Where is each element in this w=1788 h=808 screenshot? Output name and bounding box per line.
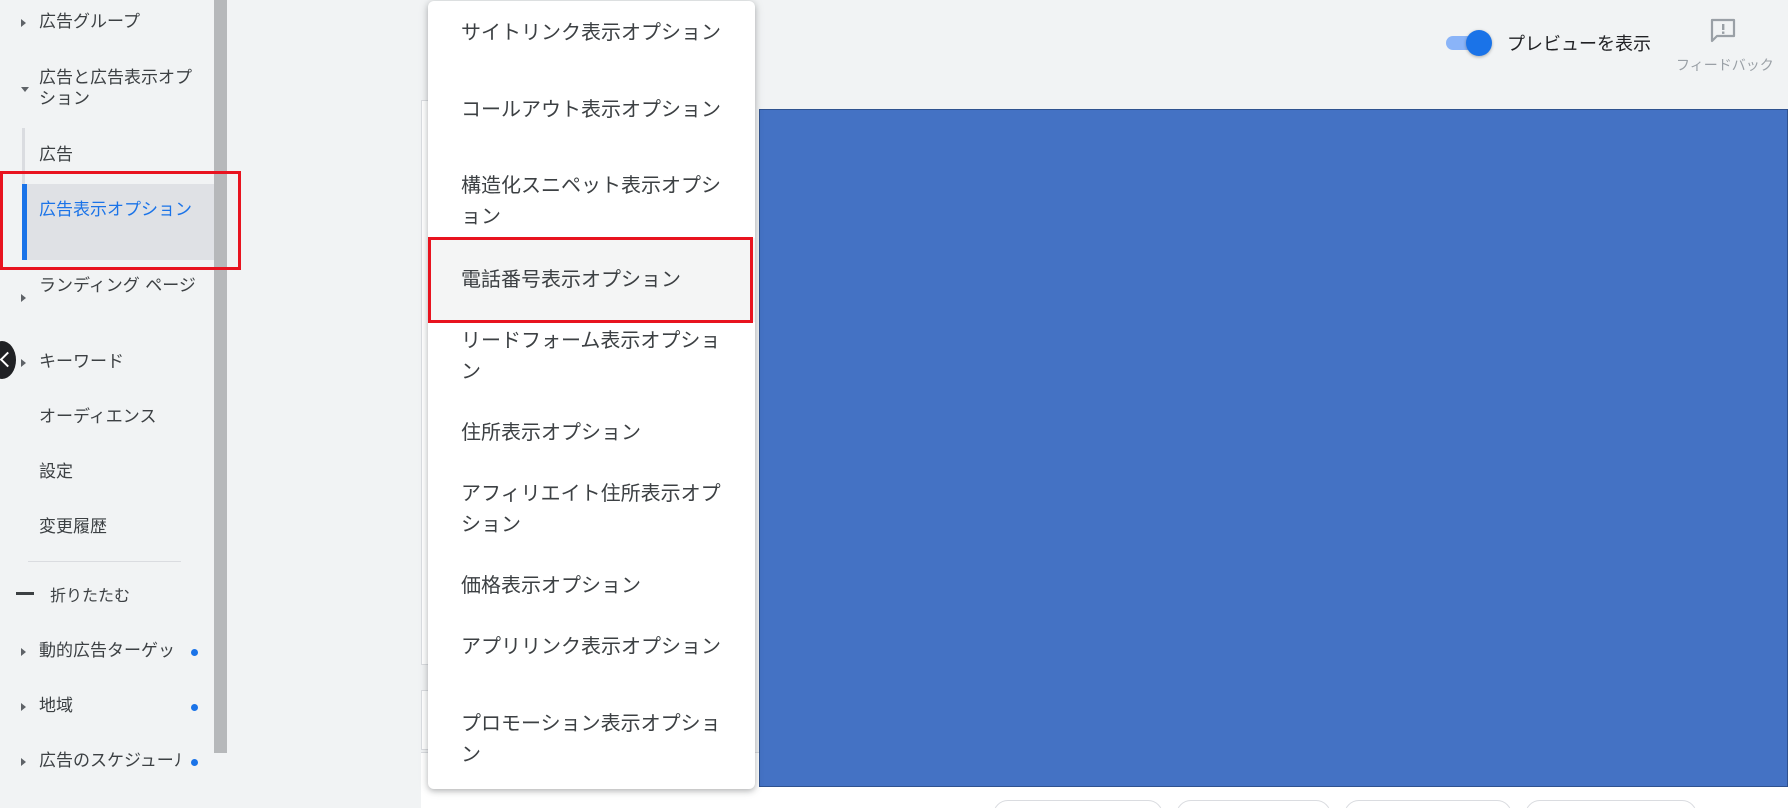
filter-chip[interactable] — [1525, 800, 1697, 808]
menu-item-label: プロモーション表示オプション — [461, 711, 721, 766]
sidebar-item-label: 設定 — [39, 462, 73, 482]
feedback-label: フィードバック — [1676, 58, 1774, 74]
menu-item-lead-form[interactable]: リードフォーム表示オプション — [428, 325, 755, 387]
status-dot — [191, 704, 198, 711]
menu-item-label: 住所表示オプション — [461, 420, 641, 444]
sidebar-item-keywords[interactable]: キーワード — [0, 352, 214, 378]
sidebar-item-dynamic-ad-targets[interactable]: 動的広告ターゲット — [0, 641, 214, 667]
status-dot — [191, 759, 198, 766]
sidebar-item-label: 広告 — [39, 145, 73, 165]
menu-item-affiliate-location[interactable]: アフィリエイト住所表示オプション — [428, 478, 755, 540]
feedback-icon[interactable] — [1708, 16, 1738, 46]
sidebar-item-ads[interactable]: 広告 — [0, 145, 214, 171]
toggle-knob — [1466, 30, 1492, 56]
menu-item-app-link[interactable]: アプリリンク表示オプション — [428, 631, 755, 662]
menu-item-label: 電話番号表示オプション — [461, 267, 681, 291]
sidebar-item-change-history[interactable]: 変更履歴 — [0, 517, 214, 543]
sidebar-scrollbar[interactable] — [214, 0, 227, 753]
chevron-right-icon — [21, 648, 26, 656]
chevron-right-icon — [21, 359, 26, 367]
filter-chip[interactable] — [1344, 800, 1512, 808]
menu-item-label: リードフォーム表示オプション — [461, 328, 721, 383]
chevron-right-icon — [21, 294, 26, 302]
sidebar-item-label: 広告表示オプション — [39, 200, 192, 220]
menu-item-label: アプリリンク表示オプション — [461, 634, 721, 658]
filter-chip[interactable] — [993, 800, 1163, 808]
sidebar-item-label: オーディエンス — [39, 407, 157, 427]
menu-item-label: 価格表示オプション — [461, 573, 641, 597]
status-dot — [191, 649, 198, 656]
chevron-down-icon — [21, 87, 29, 92]
sidebar-divider — [28, 561, 181, 562]
sidebar-item-label: キーワード — [39, 352, 124, 372]
menu-item-location[interactable]: 住所表示オプション — [428, 417, 755, 448]
sidebar-item-settings[interactable]: 設定 — [0, 462, 214, 488]
sidebar-item-ad-schedule[interactable]: 広告のスケジュール — [0, 751, 214, 777]
chevron-right-icon — [21, 703, 26, 711]
preview-toggle[interactable] — [1444, 28, 1496, 56]
sidebar-item-label: 変更履歴 — [39, 517, 107, 537]
menu-item-label: 構造化スニペット表示オプション — [461, 173, 721, 228]
menu-item-label: コールアウト表示オプション — [461, 97, 721, 121]
sidebar-item-label: 広告のスケジュール — [39, 751, 180, 771]
collapse-label: 折りたたむ — [50, 586, 131, 605]
menu-item-label: サイトリンク表示オプション — [461, 20, 721, 44]
chevron-right-icon — [21, 19, 26, 27]
sidebar-item-locations[interactable]: 地域 — [0, 696, 214, 722]
sidebar-item-label: 動的広告ターゲット — [39, 641, 180, 661]
menu-item-callout[interactable]: コールアウト表示オプション — [428, 94, 755, 125]
sidebar-item-label: 広告グループ — [39, 12, 140, 32]
sidebar-item-audiences[interactable]: オーディエンス — [0, 407, 214, 433]
menu-item-structured-snippet[interactable]: 構造化スニペット表示オプション — [428, 170, 755, 232]
sidebar-item-ads-and-extensions[interactable]: 広告と広告表示オプション — [0, 68, 214, 114]
collapse-button[interactable]: 折りたたむ — [0, 585, 214, 611]
menu-item-price[interactable]: 価格表示オプション — [428, 570, 755, 601]
menu-item-promotion[interactable]: プロモーション表示オプション — [428, 708, 755, 770]
sidebar-item-label: 地域 — [39, 696, 73, 716]
sidebar-item-label: ランディング ページ — [39, 276, 196, 296]
sidebar-item-ad-extensions[interactable]: 広告表示オプション — [0, 200, 214, 248]
menu-item-sitelink[interactable]: サイトリンク表示オプション — [428, 17, 755, 48]
preview-toggle-label: プレビューを表示 — [1507, 34, 1651, 55]
overlay-panel — [759, 109, 1788, 787]
ad-extension-type-menu: サイトリンク表示オプション コールアウト表示オプション 構造化スニペット表示オプ… — [428, 1, 755, 789]
sidebar-item-landing-pages[interactable]: ランディング ページ — [0, 276, 214, 322]
chevron-right-icon — [21, 758, 26, 766]
menu-item-call[interactable]: 電話番号表示オプション — [428, 238, 755, 322]
sidebar-item-ad-groups[interactable]: 広告グループ — [0, 12, 214, 38]
filter-chip[interactable] — [1176, 800, 1331, 808]
sidebar-item-label: 広告と広告表示オプション — [39, 68, 192, 109]
sidebar: 広告グループ 広告と広告表示オプション 広告 広告表示オプション ランディング … — [0, 0, 214, 808]
menu-item-label: アフィリエイト住所表示オプション — [461, 481, 721, 536]
